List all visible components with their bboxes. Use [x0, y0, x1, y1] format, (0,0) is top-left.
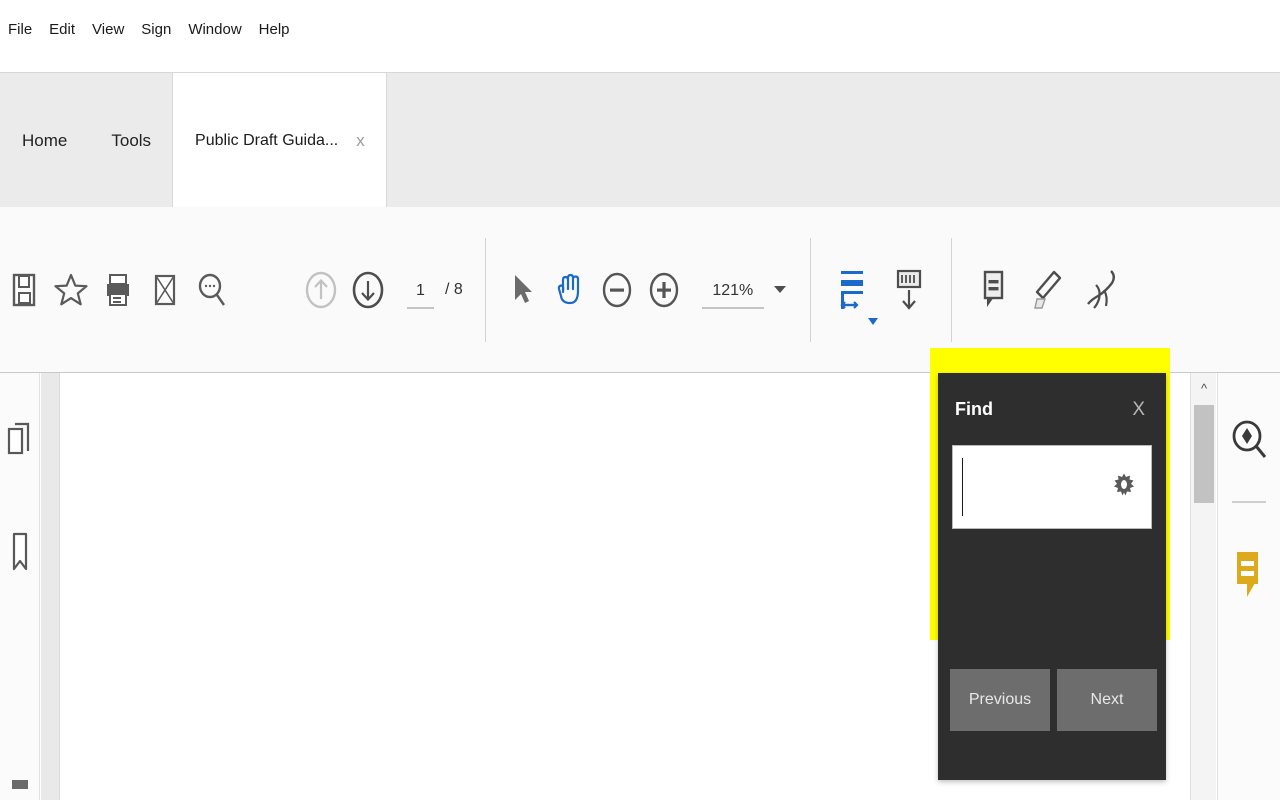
menu-sign[interactable]: Sign: [141, 19, 180, 40]
tab-home[interactable]: Home: [0, 73, 90, 208]
arrow-down-circle-icon: [352, 271, 383, 308]
search-document-icon: [1232, 420, 1267, 458]
tab-document-label: Public Draft Guida...: [195, 131, 339, 149]
email-button[interactable]: [141, 207, 188, 372]
scrollbar-thumb[interactable]: [1194, 405, 1214, 503]
menu-window[interactable]: Window: [188, 19, 250, 40]
page-gutter: [41, 373, 60, 800]
find-action-buttons: Previous Next: [950, 669, 1157, 731]
bookmark-icon: [12, 532, 27, 571]
next-page-button[interactable]: [344, 207, 391, 372]
page-count-label: / 8: [445, 281, 463, 299]
toolbar-divider-2: [809, 237, 811, 342]
scroll-page-icon: [896, 269, 921, 310]
page-separator: /: [445, 280, 450, 298]
plus-circle-icon: [650, 272, 679, 307]
fit-width-icon: [840, 270, 863, 309]
acrobat-window: File Edit View Sign Window Help Home Too…: [0, 0, 1280, 800]
scroll-up-button[interactable]: ^: [1191, 373, 1217, 403]
search-icon: [198, 273, 225, 306]
menu-edit[interactable]: Edit: [49, 19, 84, 40]
zoom-in-button[interactable]: [641, 207, 688, 372]
toolbar-page-nav-group: 1 / 8: [297, 207, 463, 372]
arrow-up-circle-icon: [305, 271, 336, 308]
search-button[interactable]: [188, 207, 235, 372]
left-navigation-rail: [0, 373, 40, 800]
hand-tool-button[interactable]: [547, 207, 594, 372]
fit-width-button[interactable]: [825, 207, 881, 372]
star-icon: [53, 273, 88, 305]
vertical-scrollbar[interactable]: ^: [1190, 373, 1216, 800]
print-button[interactable]: [94, 207, 141, 372]
envelope-icon: [154, 274, 175, 305]
toolbar-layout-group: [825, 207, 935, 372]
minus-circle-icon: [603, 272, 632, 307]
find-dialog: Find X Previous Next: [938, 373, 1166, 780]
find-input-row: [938, 445, 1166, 529]
zoom-level-input[interactable]: 121%: [701, 275, 764, 309]
attachments-button[interactable]: [2, 767, 38, 800]
find-search-field[interactable]: [952, 445, 1152, 529]
find-previous-button[interactable]: Previous: [950, 669, 1050, 731]
printer-icon: [106, 273, 129, 306]
page-thumbnails-button[interactable]: [2, 421, 38, 461]
gear-icon[interactable]: [1111, 472, 1137, 503]
select-tool-button[interactable]: [500, 207, 547, 372]
hand-tool-icon: [558, 273, 580, 304]
add-favorite-button[interactable]: [47, 207, 94, 372]
cursor-arrow-icon: [515, 274, 533, 303]
menu-file[interactable]: File: [8, 19, 41, 40]
tab-document[interactable]: Public Draft Guida... x: [173, 73, 386, 208]
chevron-down-icon[interactable]: [867, 318, 878, 325]
attachment-icon: [11, 779, 28, 789]
rail-divider: [1232, 501, 1266, 503]
tab-strip: Home Tools Public Draft Guida... x: [0, 72, 1280, 208]
save-button[interactable]: [0, 207, 47, 372]
find-titlebar: Find X: [938, 373, 1166, 445]
zoom-out-button[interactable]: [594, 207, 641, 372]
menu-help[interactable]: Help: [259, 19, 299, 40]
comment-bubble-icon: [1237, 552, 1258, 597]
toolbar-file-group: [0, 207, 235, 372]
right-tools-rail: [1217, 373, 1280, 800]
comment-panel-button[interactable]: [1221, 539, 1277, 613]
bookmarks-button[interactable]: [2, 531, 38, 575]
tab-tools[interactable]: Tools: [89, 73, 174, 208]
close-icon[interactable]: X: [1127, 398, 1150, 421]
chevron-down-icon[interactable]: [773, 286, 786, 293]
search-document-button[interactable]: [1221, 411, 1277, 471]
page-total: 8: [453, 280, 463, 298]
previous-page-button[interactable]: [297, 207, 344, 372]
highlighter-pen-icon: [1033, 270, 1062, 309]
page-number-input[interactable]: 1: [407, 275, 434, 309]
scroll-mode-button[interactable]: [881, 207, 935, 372]
menu-bar: File Edit View Sign Window Help: [0, 0, 1280, 58]
toolbar-divider-3: [950, 237, 952, 342]
signature-icon: [1086, 269, 1115, 309]
page-thumbnails-icon: [7, 422, 29, 455]
close-icon[interactable]: x: [352, 130, 369, 151]
find-title: Find: [955, 398, 993, 419]
save-icon: [12, 273, 35, 306]
comment-bubble-icon: [983, 270, 1004, 307]
find-next-button[interactable]: Next: [1057, 669, 1157, 731]
toolbar-view-group: 121%: [500, 207, 786, 372]
menu-view[interactable]: View: [92, 19, 133, 40]
toolbar-divider-1: [484, 237, 486, 342]
